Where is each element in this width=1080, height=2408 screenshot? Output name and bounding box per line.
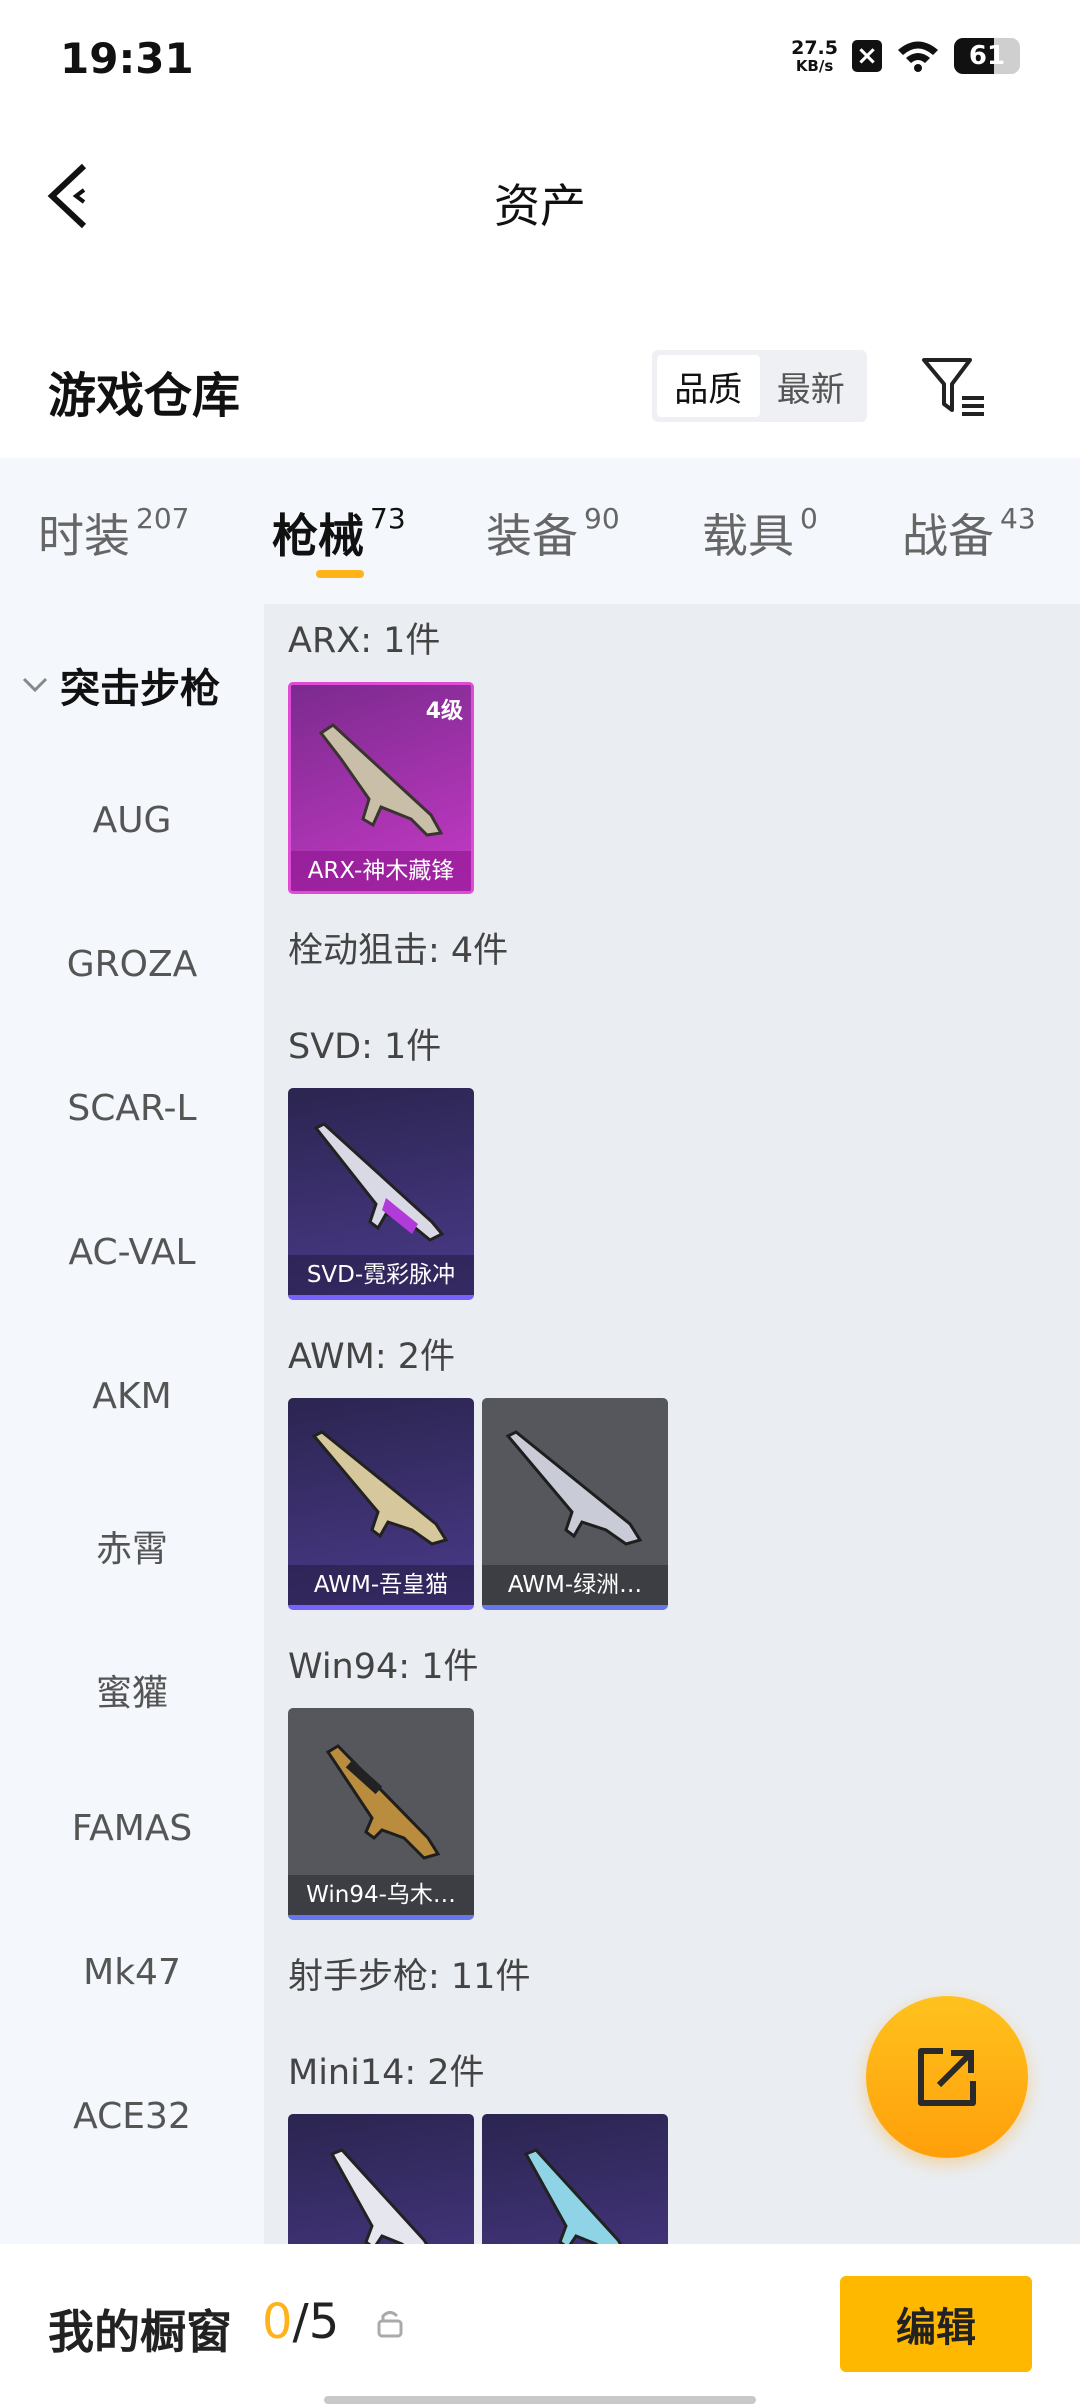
active-tab-indicator — [316, 570, 364, 578]
sidebar-item-scar-l[interactable]: SCAR-L — [0, 1088, 264, 1129]
showcase-count-total: /5 — [292, 2294, 340, 2350]
warehouse-title: 游戏仓库 — [48, 368, 241, 424]
group-label-win94: Win94: 1件 — [288, 1647, 479, 1687]
status-bar: 19:31 27.5 KB/s × 61 — [0, 0, 1080, 120]
sidebar-group-label: 突击步枪 — [60, 666, 220, 712]
weapon-card-svd[interactable]: SVD-霓彩脉冲 — [288, 1088, 474, 1300]
share-button[interactable] — [866, 1996, 1028, 2158]
rifle-icon — [523, 2148, 623, 2244]
weapon-card-arx[interactable]: 4级 ARX-神木藏锋 — [288, 682, 474, 894]
sidebar-item-mk47[interactable]: Mk47 — [0, 1952, 264, 1993]
tab-equipment[interactable]: 装备 90 — [486, 500, 620, 566]
status-time: 19:31 — [60, 34, 194, 83]
tab-vehicles[interactable]: 载具 0 — [702, 500, 818, 566]
weapon-name: SVD-霓彩脉冲 — [288, 1255, 474, 1295]
sidebar-item-ac-val[interactable]: AC-VAL — [0, 1232, 264, 1273]
group-label-svd: SVD: 1件 — [288, 1027, 442, 1067]
weapon-card-awm-1[interactable]: AWM-吾皇猫 — [288, 1398, 474, 1610]
sidebar-item-akm[interactable]: AKM — [0, 1376, 264, 1417]
weapon-name: Win94-乌木… — [288, 1875, 474, 1915]
weapon-card-win94[interactable]: Win94-乌木… — [288, 1708, 474, 1920]
weapon-card-mini14-2[interactable] — [482, 2114, 668, 2244]
sort-option-latest[interactable]: 最新 — [760, 355, 863, 417]
notification-x-icon: × — [852, 40, 882, 72]
group-label-awm: AWM: 2件 — [288, 1337, 456, 1377]
battery-level: 61 — [968, 41, 1006, 71]
rifle-icon — [329, 2148, 429, 2244]
edit-button[interactable]: 编辑 — [840, 2276, 1032, 2372]
sort-toggle: 品质 最新 — [652, 350, 867, 422]
showcase-bar: 我的橱窗 0/5 编辑 — [0, 2244, 1080, 2408]
weapon-card-mini14-1[interactable] — [288, 2114, 474, 2244]
tab-label: 载具 — [702, 509, 794, 563]
tab-label: 时装 — [38, 509, 130, 563]
showcase-title: 我的橱窗 — [48, 2305, 232, 2359]
group-label-bolt-sniper: 栓动狙击: 4件 — [288, 931, 509, 971]
tab-firearms[interactable]: 枪械 73 — [272, 500, 406, 566]
network-speed: 27.5 KB/s — [791, 38, 838, 74]
home-indicator[interactable] — [324, 2396, 756, 2404]
sidebar-item-famas[interactable]: FAMAS — [0, 1808, 264, 1849]
tab-count: 0 — [800, 502, 818, 535]
weapon-name: AWM-吾皇猫 — [288, 1565, 474, 1605]
weapon-name: ARX-神木藏锋 — [291, 851, 471, 891]
weapon-name: AWM-绿洲… — [482, 1565, 668, 1605]
weapon-type-sidebar: 突击步枪 AUG GROZA SCAR-L AC-VAL AKM 赤霄 蜜獾 F… — [0, 604, 264, 2244]
weapon-card-awm-2[interactable]: AWM-绿洲… — [482, 1398, 668, 1610]
tab-label: 战备 — [902, 509, 994, 563]
group-label-arx: ARX: 1件 — [288, 621, 441, 661]
category-tabs: 时装 207 枪械 73 装备 90 载具 0 战备 43 — [0, 458, 1080, 604]
tab-count: 43 — [1000, 502, 1036, 535]
tab-count: 90 — [584, 502, 620, 535]
wifi-icon — [898, 41, 938, 72]
tab-count: 207 — [136, 502, 190, 535]
chevron-down-icon — [22, 677, 48, 693]
group-label-marksman-rifle: 射手步枪: 11件 — [288, 1957, 531, 1997]
network-speed-unit: KB/s — [795, 57, 834, 75]
rifle-icon — [325, 1744, 441, 1860]
tab-combat-gear[interactable]: 战备 43 — [902, 500, 1036, 566]
rifle-icon — [311, 1430, 449, 1546]
lock-icon — [377, 2311, 403, 2338]
tab-fashion[interactable]: 时装 207 — [38, 500, 189, 566]
sidebar-group-assault-rifle[interactable]: 突击步枪 — [20, 656, 220, 714]
tab-label: 枪械 — [272, 509, 364, 563]
showcase-count-current: 0 — [262, 2294, 293, 2350]
filter-icon[interactable] — [920, 354, 990, 420]
sidebar-item-chixiao[interactable]: 赤霄 — [0, 1520, 264, 1572]
sidebar-item-aug[interactable]: AUG — [0, 800, 264, 841]
status-icons: 27.5 KB/s × 61 — [791, 38, 1020, 74]
sidebar-item-groza[interactable]: GROZA — [0, 944, 264, 985]
group-label-mini14: Mini14: 2件 — [288, 2053, 485, 2093]
battery-icon: 61 — [954, 38, 1020, 74]
rifle-icon — [505, 1430, 643, 1546]
rifle-icon — [313, 1122, 445, 1242]
page-title: 资产 — [494, 179, 586, 233]
sort-option-quality[interactable]: 品质 — [657, 355, 760, 417]
rifle-icon — [318, 723, 444, 837]
network-speed-value: 27.5 — [791, 37, 838, 59]
share-icon — [918, 2048, 976, 2106]
tab-label: 装备 — [486, 509, 578, 563]
showcase-count: 0/5 — [262, 2294, 339, 2350]
tab-count: 73 — [370, 502, 406, 535]
sidebar-item-ace32[interactable]: ACE32 — [0, 2096, 264, 2137]
sidebar-item-honey-badger[interactable]: 蜜獾 — [0, 1664, 264, 1716]
